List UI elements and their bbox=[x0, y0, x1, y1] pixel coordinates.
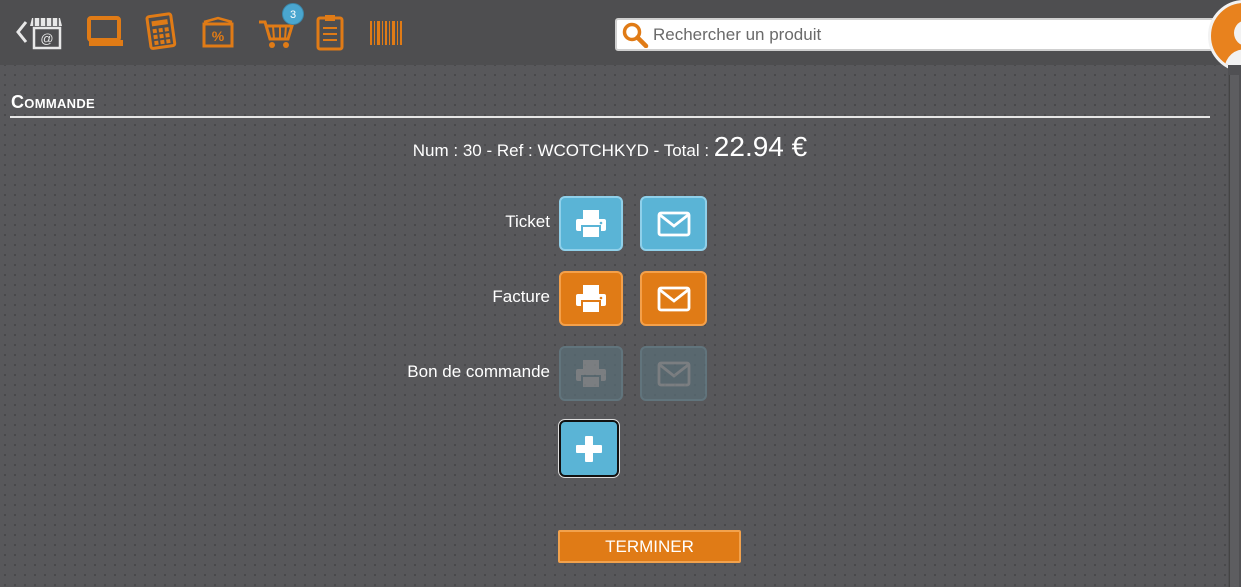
order-total: 22.94 € bbox=[713, 131, 808, 162]
section-title: Commande bbox=[11, 92, 96, 112]
invoice-print-button[interactable] bbox=[559, 271, 623, 326]
title-divider bbox=[10, 116, 1210, 118]
user-avatar-icon[interactable] bbox=[1208, 0, 1241, 72]
ticket-email-button[interactable] bbox=[640, 196, 707, 251]
search-input[interactable] bbox=[653, 23, 1213, 47]
top-toolbar: @ % 3 bbox=[0, 0, 1241, 72]
print-icon bbox=[576, 209, 606, 239]
barcode-icon[interactable] bbox=[368, 12, 404, 52]
plus-icon bbox=[576, 435, 602, 462]
invoice-label: Facture bbox=[492, 287, 550, 306]
invoice-email-button[interactable] bbox=[640, 271, 707, 326]
back-shop-icon[interactable]: @ bbox=[14, 12, 64, 52]
order-summary-text: Num : 30 - Ref : WCOTCHKYD - Total : bbox=[412, 141, 714, 160]
svg-text:%: % bbox=[212, 28, 225, 44]
print-icon bbox=[576, 284, 606, 314]
add-document-button[interactable] bbox=[558, 419, 620, 478]
purchase-order-email-button bbox=[640, 346, 707, 401]
order-summary: Num : 30 - Ref : WCOTCHKYD - Total : 22.… bbox=[0, 131, 1220, 163]
calculator-icon[interactable] bbox=[144, 12, 180, 52]
clipboard-icon[interactable] bbox=[314, 12, 346, 52]
print-icon bbox=[576, 359, 606, 389]
search-icon bbox=[622, 22, 649, 48]
scrollbar-thumb[interactable] bbox=[1229, 75, 1239, 587]
purchase-order-label: Bon de commande bbox=[407, 362, 550, 381]
mail-icon bbox=[657, 361, 690, 386]
mail-icon bbox=[657, 286, 690, 311]
ticket-print-button[interactable] bbox=[559, 196, 623, 251]
finish-button[interactable]: TERMINER bbox=[558, 530, 741, 563]
purchase-order-print-button bbox=[559, 346, 623, 401]
screen-icon[interactable] bbox=[86, 12, 126, 52]
cart-count-badge: 3 bbox=[282, 3, 304, 25]
mail-icon bbox=[657, 211, 690, 236]
svg-text:@: @ bbox=[40, 31, 53, 46]
product-search bbox=[615, 18, 1225, 51]
discount-icon[interactable]: % bbox=[198, 12, 238, 52]
ticket-label: Ticket bbox=[505, 212, 550, 231]
